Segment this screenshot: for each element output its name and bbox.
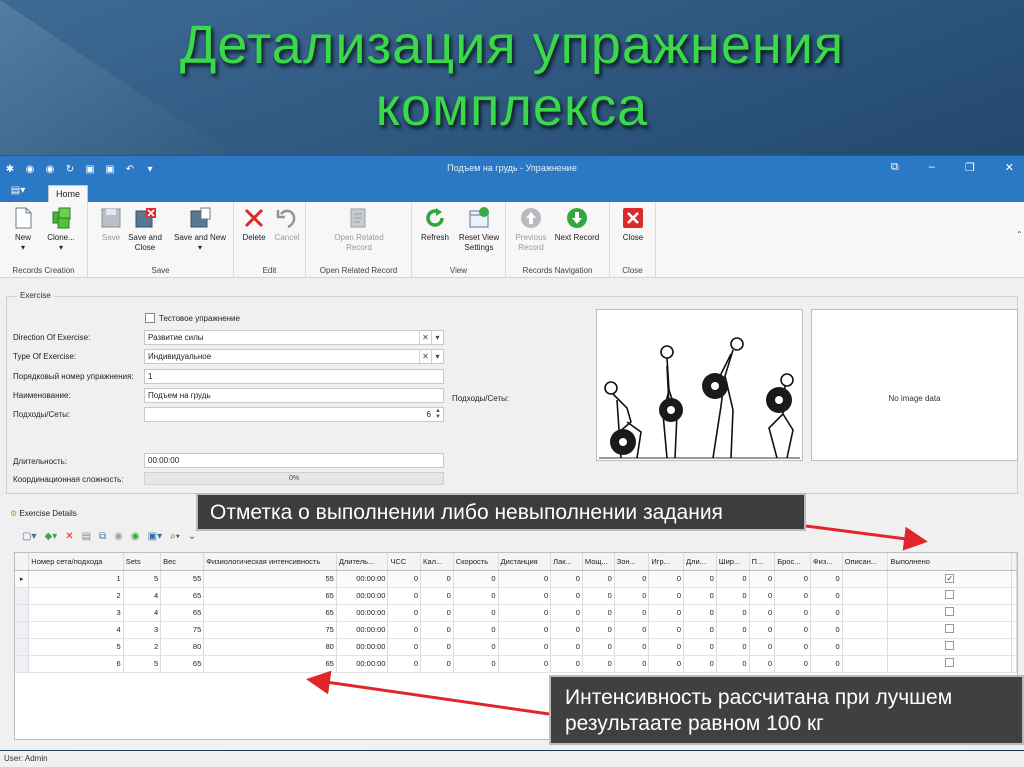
arrow-to-intensity-column bbox=[306, 670, 550, 716]
arrow-to-completed-column bbox=[805, 524, 928, 551]
annotation-arrows bbox=[306, 524, 928, 716]
